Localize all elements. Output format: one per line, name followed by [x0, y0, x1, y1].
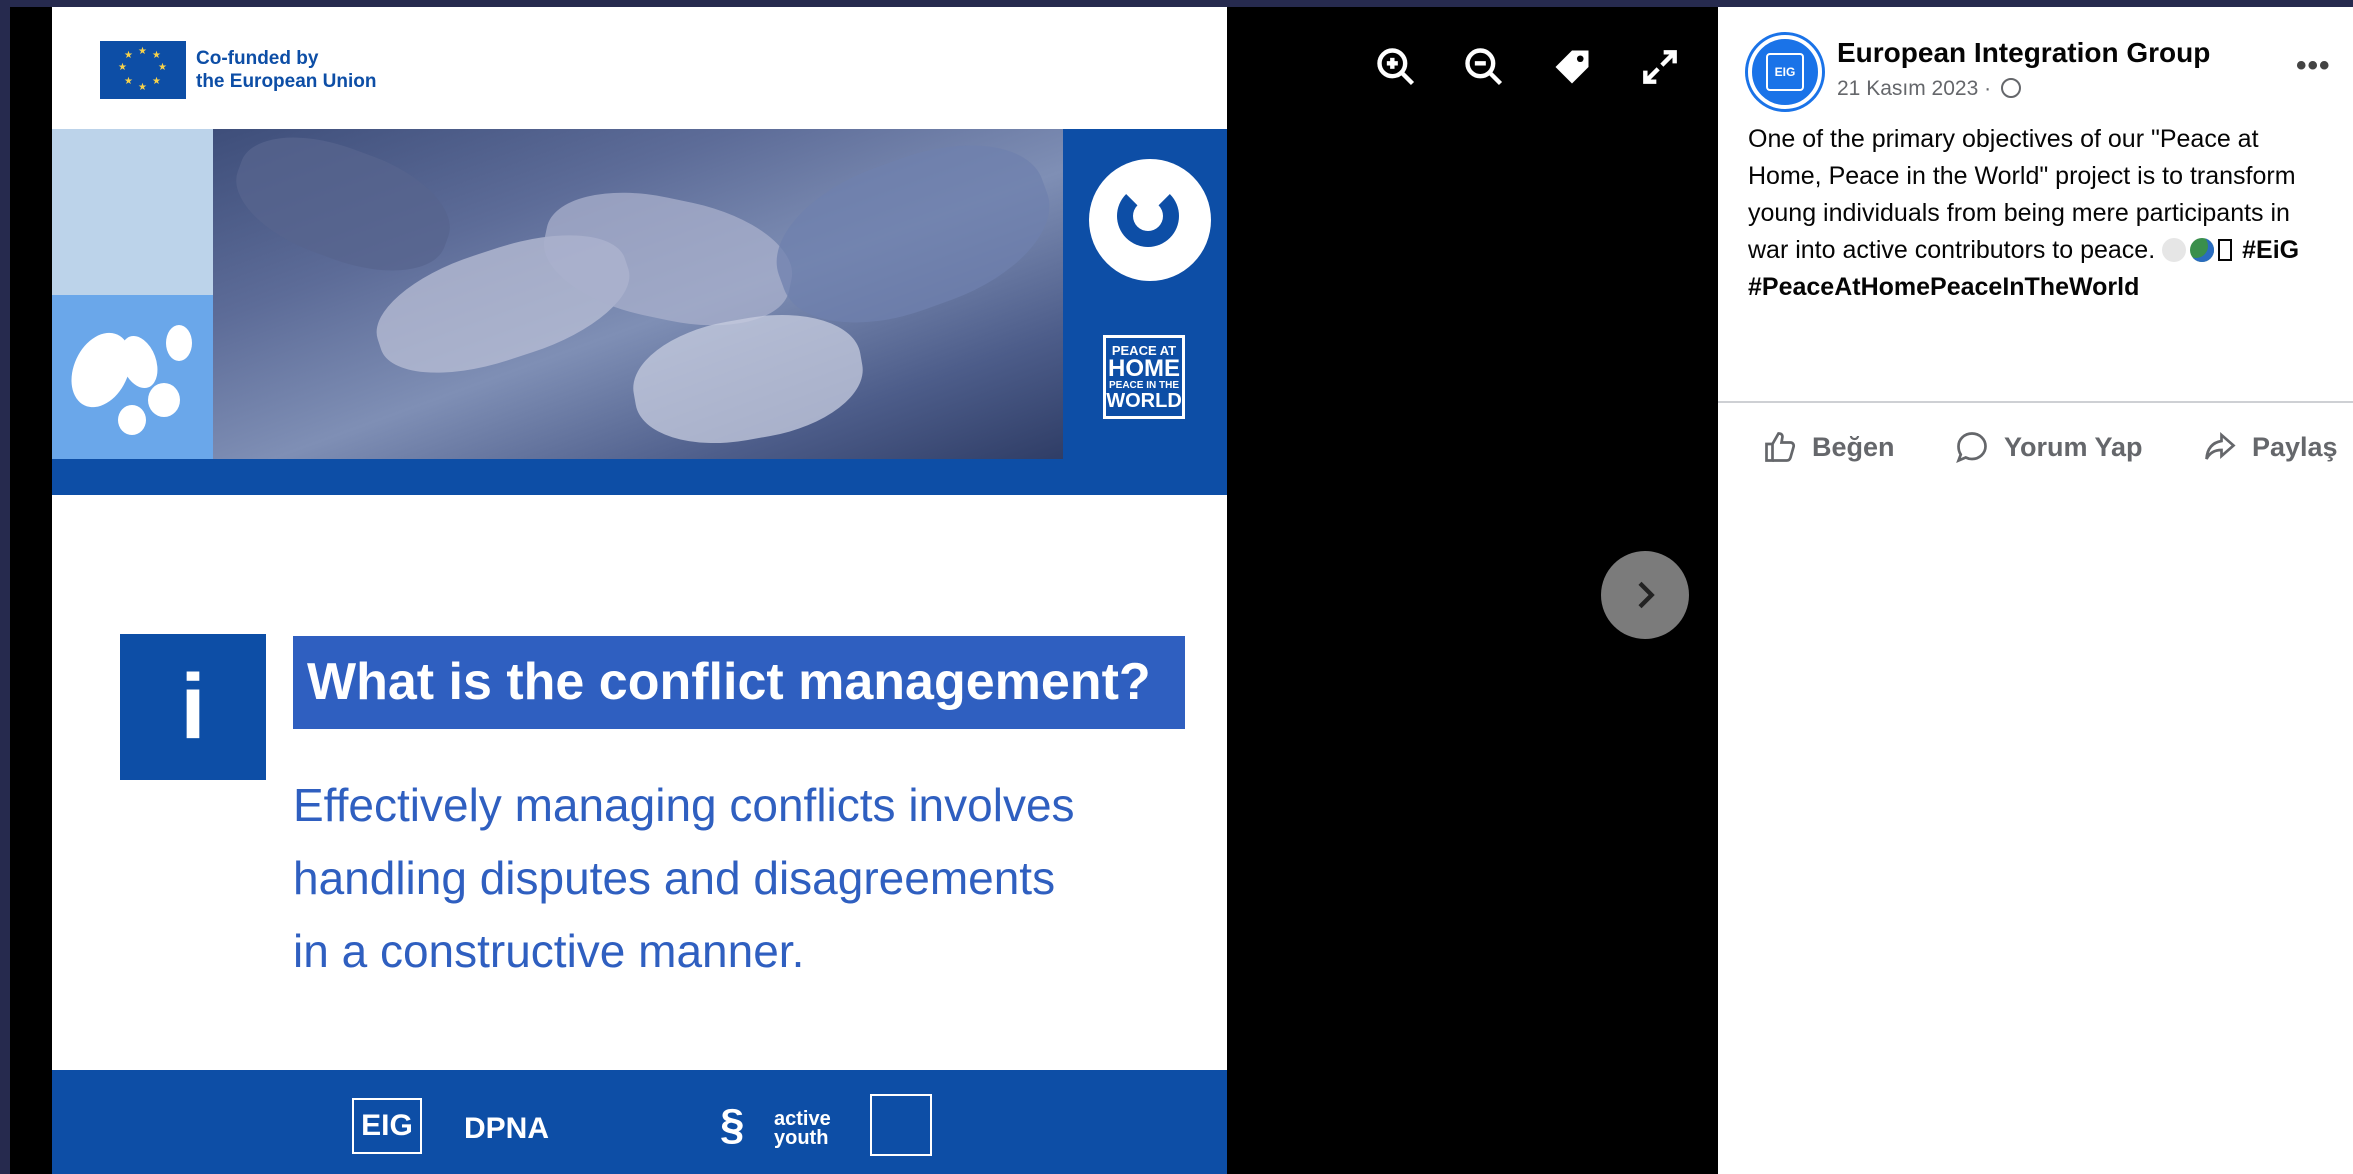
- eu-flag-icon: ★ ★ ★ ★ ★ ★ ★ ★: [100, 41, 186, 99]
- slide-body-line: handling disputes and disagreements: [293, 852, 1056, 904]
- tag-icon[interactable]: [1550, 45, 1594, 89]
- next-photo-button[interactable]: [1601, 551, 1689, 639]
- like-label: Beğen: [1812, 431, 1895, 462]
- hands-together-photo: [213, 114, 1071, 459]
- banner-strip: [52, 459, 1227, 495]
- banner-color-block: [52, 129, 213, 295]
- eig-logo: EIG: [352, 1098, 422, 1154]
- partner-logos-footer: EIG DPNA § active youth: [52, 1070, 1227, 1174]
- missing-glyph-icon: [2218, 239, 2233, 261]
- globe-icon: [2000, 78, 2021, 98]
- project-logo-panel: PEACE AT HOME PEACE IN THE WORLD: [1063, 129, 1227, 459]
- comment-icon: [1956, 432, 1987, 463]
- fullscreen-icon[interactable]: [1638, 45, 1682, 89]
- peace-logo-line4: WORLD: [1106, 390, 1182, 412]
- hashtag-link[interactable]: #EiG: [2242, 236, 2299, 264]
- active-youth-line2: youth: [774, 1127, 829, 1149]
- comment-button[interactable]: Yorum Yap: [1954, 419, 2143, 475]
- peace-at-home-logo: PEACE AT HOME PEACE IN THE WORLD: [1103, 335, 1185, 419]
- eu-label-line1: Co-funded by: [196, 48, 319, 69]
- globe-emoji-icon: [2190, 238, 2215, 262]
- post-image: ★ ★ ★ ★ ★ ★ ★ ★ Co-funded by the European Uni…: [52, 7, 1227, 1174]
- dpna-logo: DPNA: [464, 1112, 550, 1145]
- eu-label-line2: the European Union: [196, 71, 377, 92]
- zoom-out-icon[interactable]: [1462, 45, 1506, 89]
- post-meta: 21 Kasım 2023 ·: [1837, 77, 2021, 101]
- slide-body-line: in a constructive manner.: [293, 925, 805, 977]
- comment-label: Yorum Yap: [2004, 431, 2143, 462]
- active-youth-mark-icon: §: [720, 1100, 745, 1149]
- share-button[interactable]: Paylaş: [2202, 419, 2338, 475]
- dove-logo-icon: [870, 1094, 932, 1156]
- post-body: One of the primary objectives of our "Pe…: [1748, 125, 2296, 264]
- hashtag-link[interactable]: #PeaceAtHomePeaceInTheWorld: [1748, 273, 2139, 301]
- like-button[interactable]: Beğen: [1762, 419, 1895, 475]
- page-name-link[interactable]: European Integration Group: [1837, 37, 2210, 69]
- peace-logo-line2: HOME: [1108, 355, 1180, 382]
- post-text: One of the primary objectives of our "Pe…: [1748, 121, 2333, 306]
- info-icon: i: [120, 634, 266, 780]
- eu-cofunded-logo: ★ ★ ★ ★ ★ ★ ★ ★ Co-funded by the European Uni…: [100, 40, 377, 100]
- slide-body-line: Effectively managing conflicts involves: [293, 779, 1075, 831]
- thumbs-up-icon: [1765, 432, 1796, 462]
- chevron-right-icon: [1638, 581, 1655, 609]
- spiral-logo-icon: [1089, 159, 1211, 281]
- divider: [1718, 401, 2353, 403]
- avatar-eig-logo: EIG: [1766, 53, 1804, 91]
- slide-title: What is the conflict management?: [293, 636, 1185, 729]
- dove-emoji-icon: [2162, 238, 2187, 262]
- share-label: Paylaş: [2252, 431, 2338, 462]
- active-youth-logo: active youth: [774, 1109, 831, 1149]
- zoom-in-icon[interactable]: [1374, 45, 1418, 89]
- banner-blob-graphic: [52, 295, 213, 459]
- slide-body: Effectively managing conflicts involves …: [293, 769, 1173, 988]
- post-date-link[interactable]: 21 Kasım 2023 ·: [1837, 77, 1991, 100]
- more-options-button[interactable]: •••: [2296, 49, 2331, 83]
- header-banner: PEACE AT HOME PEACE IN THE WORLD: [52, 114, 1227, 459]
- page-avatar[interactable]: EIG: [1748, 35, 1822, 109]
- share-icon: [2205, 432, 2236, 460]
- post-panel: EIG European Integration Group 21 Kasım …: [1718, 7, 2353, 1174]
